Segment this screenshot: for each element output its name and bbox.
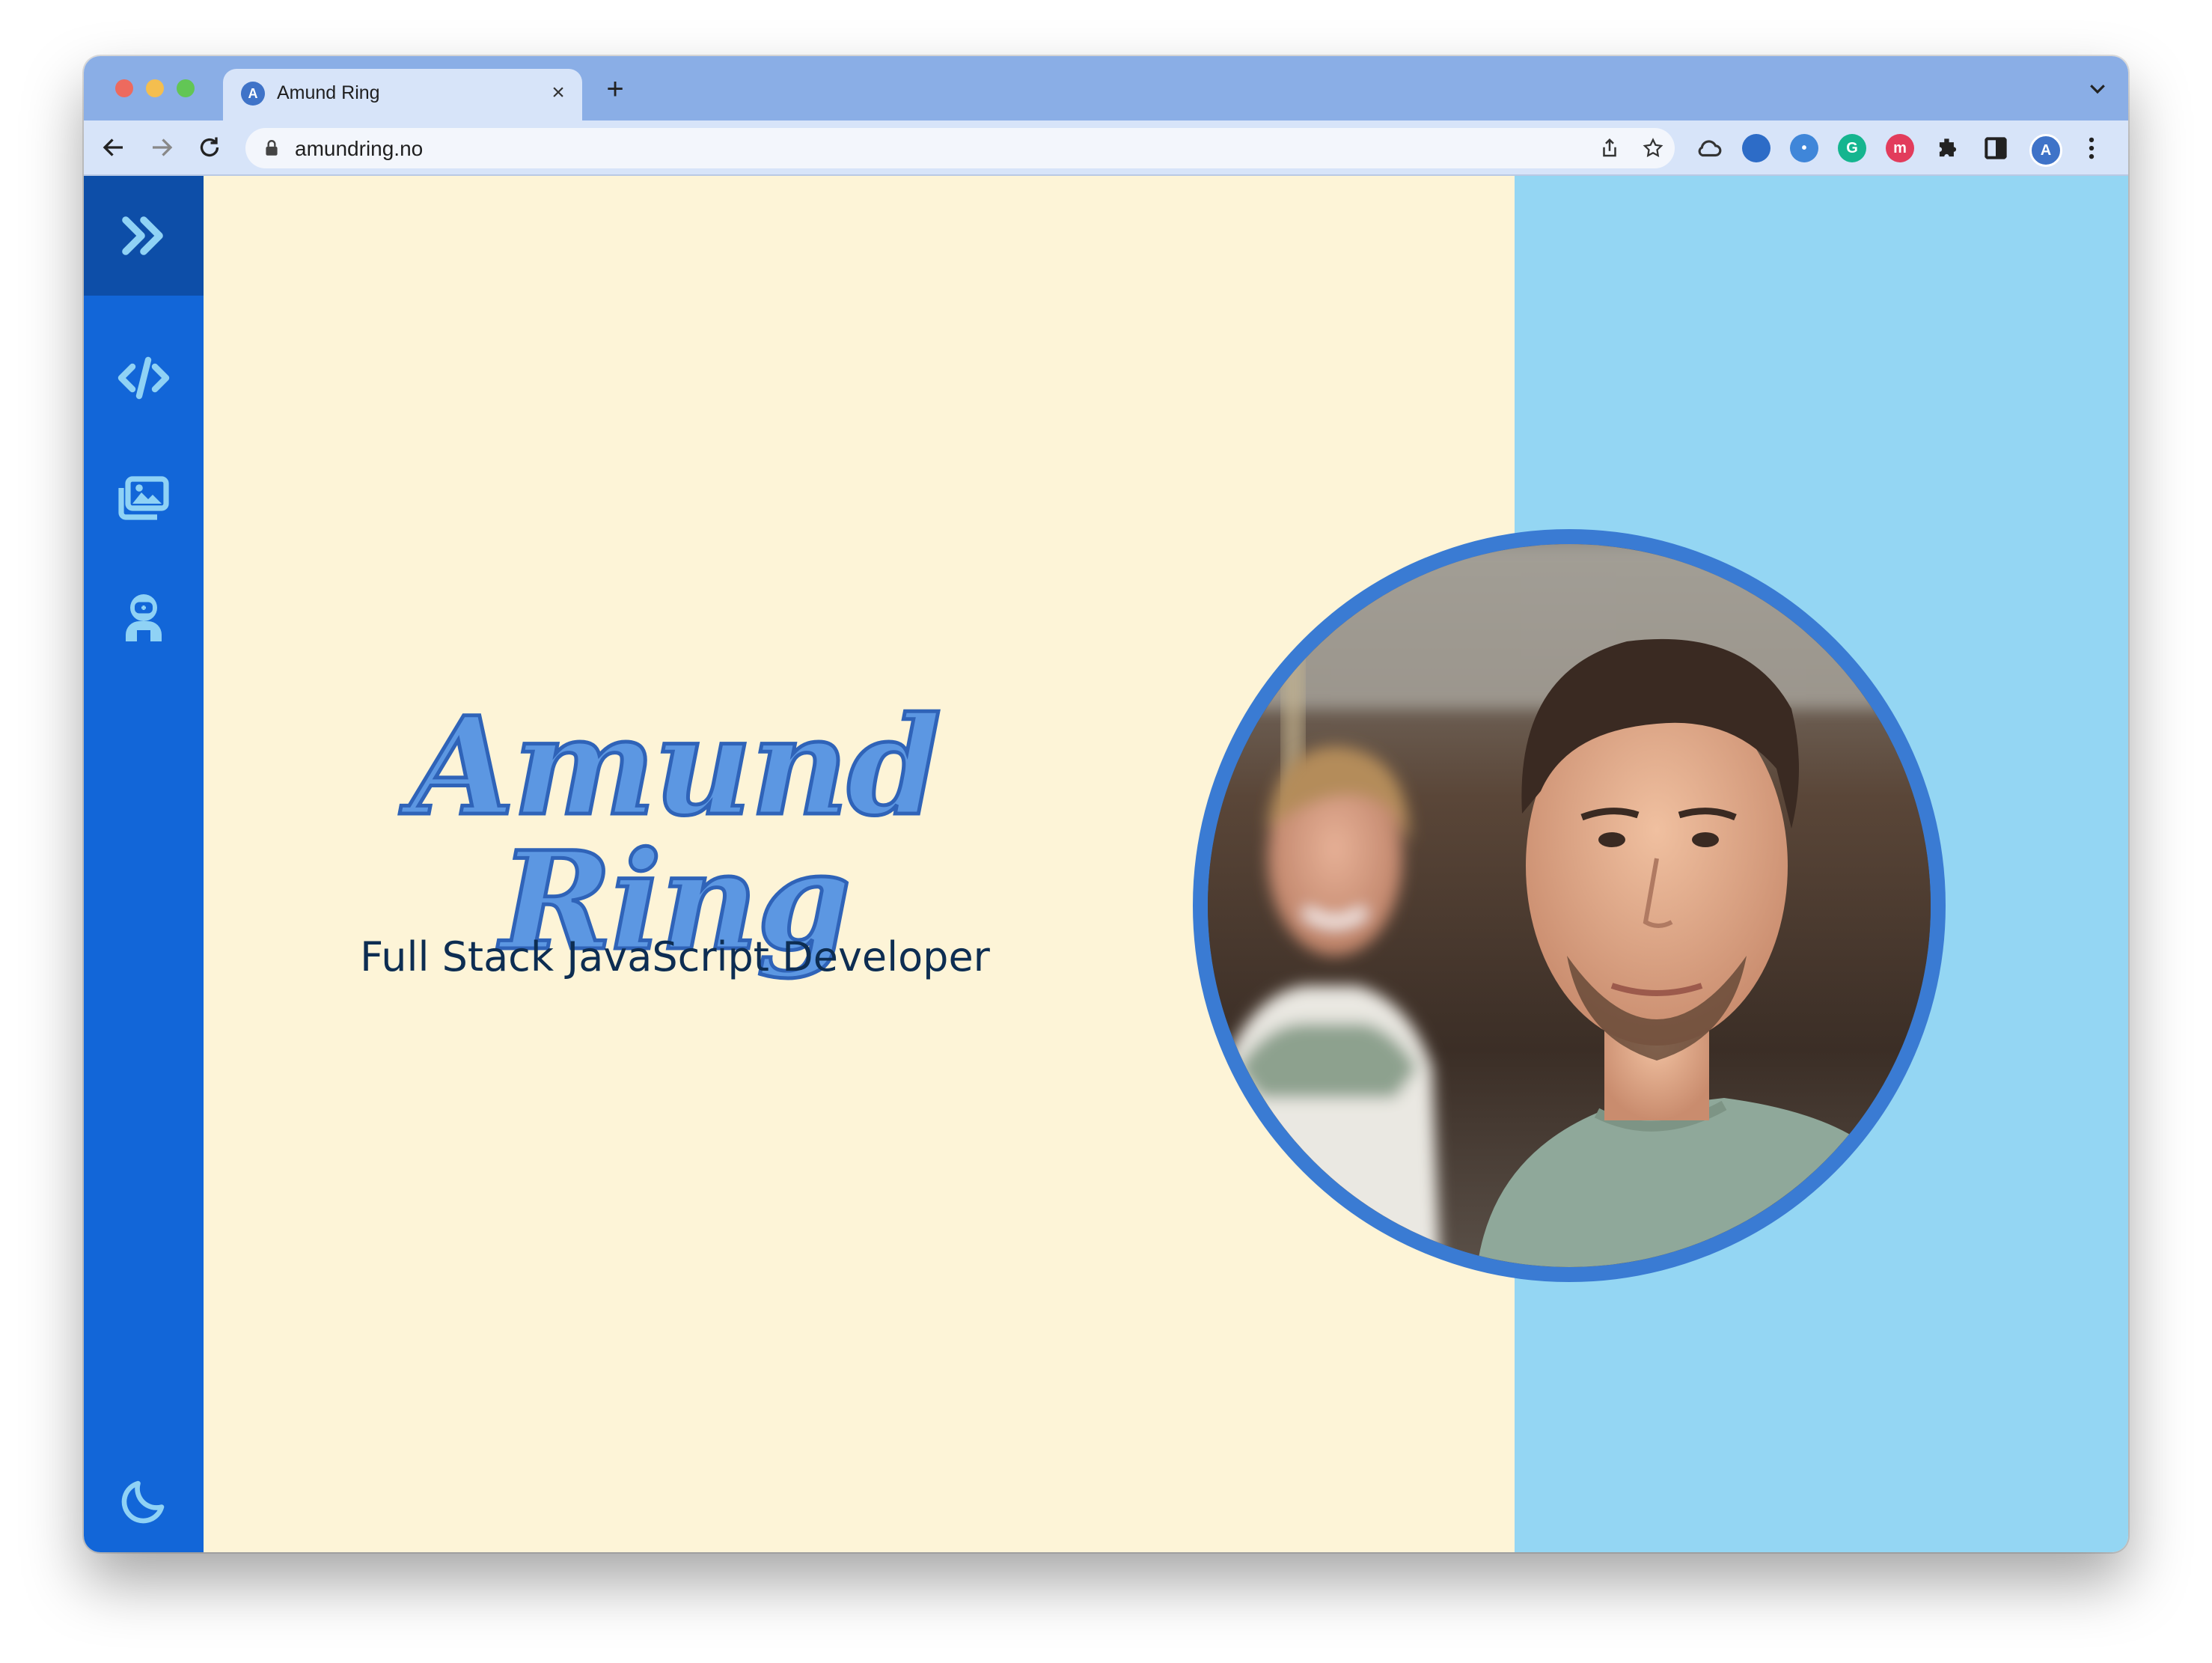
hero-name: Amund Ring — [409, 688, 944, 980]
window-maximize-button[interactable] — [177, 79, 195, 97]
forward-arrow-icon[interactable] — [148, 134, 175, 161]
code-icon[interactable] — [117, 351, 171, 405]
lock-icon[interactable] — [262, 138, 281, 158]
profile-avatar[interactable]: A — [2029, 134, 2062, 167]
tab-close-button[interactable]: × — [545, 79, 572, 106]
moon-icon[interactable] — [117, 1474, 171, 1528]
bookmark-star-icon[interactable] — [1642, 137, 1664, 159]
share-icon[interactable] — [1598, 137, 1621, 159]
sidebar-toggle[interactable] — [84, 176, 204, 296]
globe-extension-icon[interactable] — [1742, 134, 1770, 162]
address-bar[interactable]: amundring.no — [245, 128, 1675, 168]
window-close-button[interactable] — [115, 79, 133, 97]
tab-title: Amund Ring — [277, 82, 380, 103]
url-text[interactable]: amundring.no — [295, 137, 423, 161]
side-panel-icon[interactable] — [1982, 134, 2010, 162]
grammarly-extension-icon[interactable]: G — [1838, 134, 1866, 162]
double-chevron-right-icon[interactable] — [117, 209, 171, 263]
browser-window: A Amund Ring × + amundring.no • G m A Am… — [84, 56, 2128, 1552]
hero-subtitle: Full Stack JavaScript Developer — [360, 933, 990, 980]
sidebar — [84, 176, 204, 1552]
new-tab-button[interactable]: + — [600, 74, 630, 104]
more-menu-icon[interactable] — [2077, 134, 2106, 162]
astronaut-icon[interactable] — [117, 590, 171, 644]
password-extension-icon[interactable]: • — [1790, 134, 1818, 162]
reload-icon[interactable] — [196, 134, 223, 161]
window-minimize-button[interactable] — [146, 79, 164, 97]
cloud-extension-icon[interactable] — [1694, 134, 1723, 162]
tab-search-chevron-icon[interactable] — [2086, 77, 2109, 100]
browser-tab[interactable]: A Amund Ring × — [223, 69, 582, 120]
profile-photo — [1193, 529, 1946, 1282]
tab-favicon-icon: A — [241, 82, 265, 106]
browser-toolbar: amundring.no • G m A — [84, 120, 2128, 176]
puzzle-extensions-icon[interactable] — [1934, 134, 1962, 162]
profile-photo-image — [1208, 544, 1931, 1267]
back-arrow-icon[interactable] — [100, 134, 127, 161]
gallery-icon[interactable] — [117, 470, 171, 524]
tab-strip: A Amund Ring × + — [84, 56, 2128, 120]
page-content: Amund Ring Full Stack JavaScript Develop… — [84, 176, 2128, 1552]
monitor-extension-icon[interactable]: m — [1886, 134, 1914, 162]
